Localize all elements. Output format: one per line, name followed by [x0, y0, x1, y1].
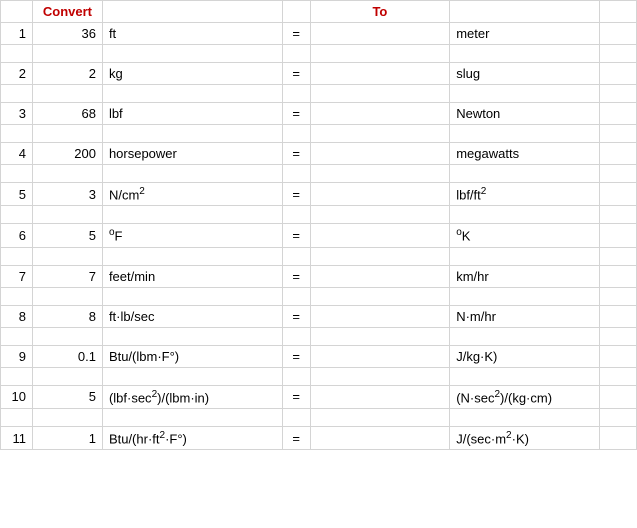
equals-sign: =	[282, 103, 310, 125]
to-unit: N·m/hr	[450, 305, 600, 327]
convert-value: 8	[32, 305, 102, 327]
header-convert: Convert	[32, 1, 102, 23]
table-row: 111Btu/(hr·ft2·F°)=J/(sec·m2·K)	[1, 426, 637, 449]
to-unit: slug	[450, 63, 600, 85]
to-unit: lbf/ft2	[450, 183, 600, 206]
result-value	[310, 23, 450, 45]
from-unit: horsepower	[102, 143, 282, 165]
to-unit: Newton	[450, 103, 600, 125]
table-row: 88ft·lb/sec=N·m/hr	[1, 305, 637, 327]
table-row: 22kg=slug	[1, 63, 637, 85]
row-index: 9	[1, 345, 33, 367]
from-unit: (lbf·sec2)/(lbm·in)	[102, 385, 282, 408]
spacer-row	[1, 165, 637, 183]
convert-value: 1	[32, 426, 102, 449]
from-unit: Btu/(lbm·F°)	[102, 345, 282, 367]
row-index: 8	[1, 305, 33, 327]
row-index: 6	[1, 224, 33, 247]
result-value	[310, 224, 450, 247]
from-unit: oF	[102, 224, 282, 247]
equals-sign: =	[282, 63, 310, 85]
result-value	[310, 265, 450, 287]
equals-sign: =	[282, 23, 310, 45]
equals-sign: =	[282, 305, 310, 327]
spacer-row	[1, 287, 637, 305]
from-unit: feet/min	[102, 265, 282, 287]
result-value	[310, 143, 450, 165]
table-row: 368lbf= Newton	[1, 103, 637, 125]
to-unit: megawatts	[450, 143, 600, 165]
convert-value: 2	[32, 63, 102, 85]
header-row: Convert To	[1, 1, 637, 23]
from-unit: ft·lb/sec	[102, 305, 282, 327]
table-row: 105(lbf·sec2)/(lbm·in)= (N·sec2)/(kg·cm)	[1, 385, 637, 408]
convert-value: 36	[32, 23, 102, 45]
table-row: 53N/cm2= lbf/ft2	[1, 183, 637, 206]
table-row: 136ft= meter	[1, 23, 637, 45]
from-unit: Btu/(hr·ft2·F°)	[102, 426, 282, 449]
equals-sign: =	[282, 183, 310, 206]
row-index: 1	[1, 23, 33, 45]
table-row: 4200horsepower= megawatts	[1, 143, 637, 165]
row-index: 4	[1, 143, 33, 165]
from-unit: lbf	[102, 103, 282, 125]
equals-sign: =	[282, 143, 310, 165]
to-unit: meter	[450, 23, 600, 45]
spacer-row	[1, 247, 637, 265]
header-to: To	[310, 1, 450, 23]
convert-value: 3	[32, 183, 102, 206]
to-unit: (N·sec2)/(kg·cm)	[450, 385, 600, 408]
row-index: 2	[1, 63, 33, 85]
result-value	[310, 63, 450, 85]
spacer-row	[1, 206, 637, 224]
to-unit: J/(sec·m2·K)	[450, 426, 600, 449]
result-value	[310, 183, 450, 206]
result-value	[310, 305, 450, 327]
row-index: 3	[1, 103, 33, 125]
table-row: 90.1Btu/(lbm·F°)= J/kg·K)	[1, 345, 637, 367]
row-index: 11	[1, 426, 33, 449]
table-row: 77feet/min=km/hr	[1, 265, 637, 287]
from-unit: N/cm2	[102, 183, 282, 206]
convert-value: 200	[32, 143, 102, 165]
spacer-row	[1, 408, 637, 426]
to-unit: km/hr	[450, 265, 600, 287]
result-value	[310, 103, 450, 125]
convert-value: 0.1	[32, 345, 102, 367]
to-unit: J/kg·K)	[450, 345, 600, 367]
spacer-row	[1, 327, 637, 345]
table-row: 65oF= oK	[1, 224, 637, 247]
equals-sign: =	[282, 224, 310, 247]
row-index: 10	[1, 385, 33, 408]
result-value	[310, 345, 450, 367]
equals-sign: =	[282, 385, 310, 408]
convert-value: 7	[32, 265, 102, 287]
from-unit: kg	[102, 63, 282, 85]
conversion-table: Convert To 136ft=meter22kg=slug368lbf=Ne…	[0, 0, 637, 450]
row-index: 5	[1, 183, 33, 206]
equals-sign: =	[282, 265, 310, 287]
spacer-row	[1, 45, 637, 63]
row-index: 7	[1, 265, 33, 287]
result-value	[310, 385, 450, 408]
to-unit: oK	[450, 224, 600, 247]
spacer-row	[1, 85, 637, 103]
convert-value: 5	[32, 385, 102, 408]
equals-sign: =	[282, 345, 310, 367]
equals-sign: =	[282, 426, 310, 449]
result-value	[310, 426, 450, 449]
from-unit: ft	[102, 23, 282, 45]
spacer-row	[1, 367, 637, 385]
convert-value: 5	[32, 224, 102, 247]
spacer-row	[1, 125, 637, 143]
convert-value: 68	[32, 103, 102, 125]
